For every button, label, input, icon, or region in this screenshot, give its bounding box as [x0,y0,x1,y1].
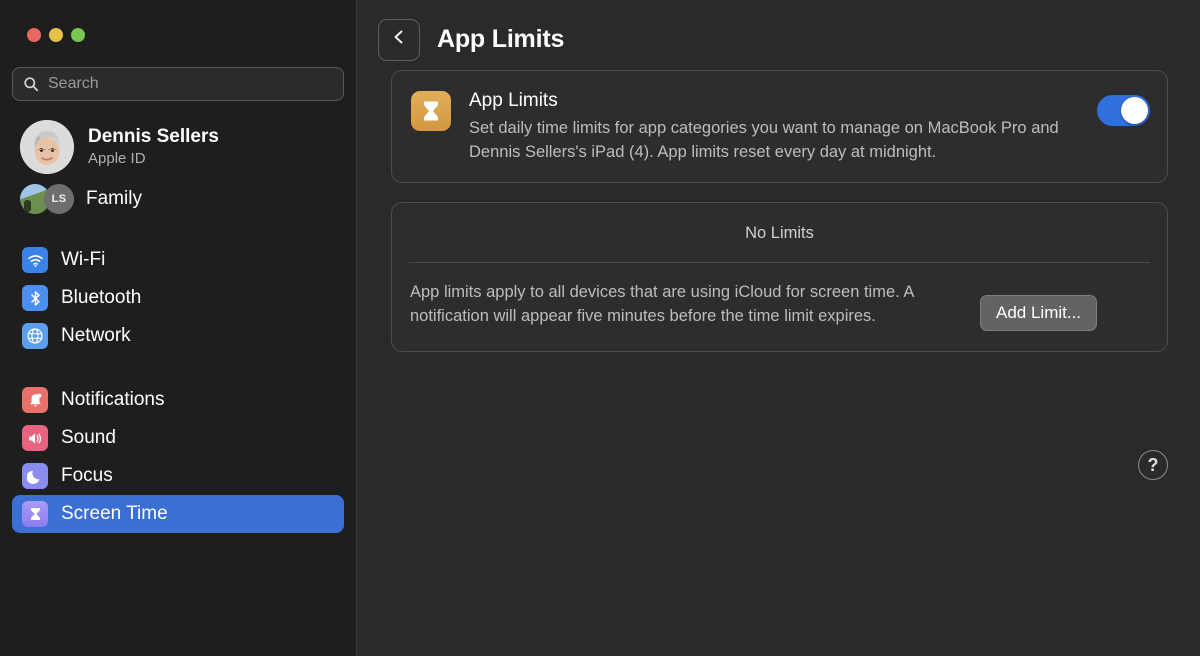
add-limit-button[interactable]: Add Limit... [980,295,1098,331]
no-limits-card: No Limits App limits apply to all device… [391,202,1168,352]
sidebar-item-bluetooth[interactable]: Bluetooth [12,279,344,317]
wifi-icon [22,247,48,273]
sidebar-item-label: Notifications [61,389,165,410]
search-field[interactable] [12,67,344,101]
traffic-lights [0,0,356,42]
account-subtitle: Apple ID [88,150,146,167]
no-limits-body: App limits apply to all devices that are… [392,263,1167,351]
sidebar-item-label: Family [86,188,142,209]
sidebar-item-label: Focus [61,465,113,486]
speaker-icon [22,425,48,451]
card-description: Set daily time limits for app categories… [469,119,1059,161]
back-chevron-icon [390,28,408,51]
search-input[interactable] [48,75,333,93]
back-button[interactable] [378,18,420,61]
sidebar: Dennis Sellers Apple ID LS Family [0,0,357,656]
sidebar-item-notifications[interactable]: Notifications [12,381,344,419]
main-panel: App Limits App Limits Set daily time lim… [357,0,1200,656]
sidebar-group-system: Notifications Sound Focus Screen Time [0,381,356,533]
sidebar-item-label: Bluetooth [61,287,142,308]
sidebar-item-focus[interactable]: Focus [12,457,344,495]
sidebar-item-wifi[interactable]: Wi-Fi [12,241,344,279]
moon-icon [22,463,48,489]
app-limits-card: App Limits Set daily time limits for app… [391,70,1168,183]
sidebar-item-apple-id[interactable]: Dennis Sellers Apple ID [12,119,344,175]
bluetooth-icon [22,285,48,311]
account-name: Dennis Sellers [88,126,219,147]
card-title: App Limits [469,90,558,111]
sidebar-item-label: Screen Time [61,503,168,524]
sidebar-item-family[interactable]: LS Family [12,179,344,219]
help-button[interactable]: ? [1138,450,1168,480]
globe-icon [22,323,48,349]
hourglass-icon [22,501,48,527]
no-limits-description: App limits apply to all devices that are… [410,283,914,325]
close-window-button[interactable] [27,28,41,42]
sidebar-group-network: Wi-Fi Bluetooth Network [0,241,356,355]
sidebar-item-sound[interactable]: Sound [12,419,344,457]
bell-icon [22,387,48,413]
system-settings-window: Dennis Sellers Apple ID LS Family [0,0,1200,656]
family-initials-avatar: LS [44,184,74,214]
sidebar-item-label: Network [61,325,131,346]
page-title: App Limits [437,25,565,53]
toggle-knob [1121,97,1148,124]
hourglass-icon [411,91,451,131]
main-header: App Limits [357,0,1200,62]
app-limits-toggle[interactable] [1097,95,1150,126]
maximize-window-button[interactable] [71,28,85,42]
family-avatars: LS [20,184,78,214]
app-limits-text: App Limits Set daily time limits for app… [469,89,1097,164]
sidebar-item-screen-time[interactable]: Screen Time [12,495,344,533]
avatar [20,120,74,174]
no-limits-header: No Limits [745,224,814,242]
search-icon [23,76,39,92]
minimize-window-button[interactable] [49,28,63,42]
sidebar-item-label: Wi-Fi [61,249,106,270]
sidebar-item-label: Sound [61,427,116,448]
sidebar-item-network[interactable]: Network [12,317,344,355]
